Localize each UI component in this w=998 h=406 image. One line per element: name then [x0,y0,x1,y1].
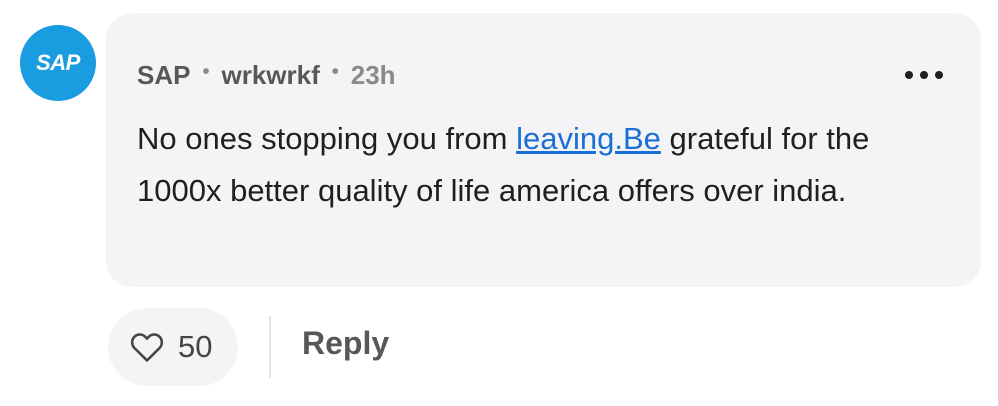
username[interactable]: wrkwrkf [221,60,319,91]
comment-text-before-link: No ones stopping you from [137,121,517,156]
more-horizontal-icon-dot [935,71,943,79]
comment-bubble: SAP • wrkwrkf • 23h No ones stopping you… [106,13,981,287]
avatar-logo-text: SAP [36,50,80,75]
timestamp: 23h [350,59,396,90]
reply-button[interactable]: Reply [302,325,389,362]
comment-meta: SAP • wrkwrkf • 23h [137,59,396,91]
company-name[interactable]: SAP [137,60,190,91]
more-horizontal-icon [905,71,913,79]
meta-separator: • [202,60,210,83]
action-divider [269,316,271,378]
more-options-button[interactable] [905,65,943,85]
avatar[interactable]: SAP [20,25,96,101]
like-button[interactable]: 50 [108,308,238,386]
heart-outline-icon [130,333,164,362]
comment-body: No ones stopping you from leaving.Be gra… [137,113,937,217]
meta-separator: • [331,60,339,83]
comment-link[interactable]: leaving.Be [516,121,661,156]
like-count: 50 [178,329,213,364]
more-horizontal-icon-dot [920,71,928,79]
